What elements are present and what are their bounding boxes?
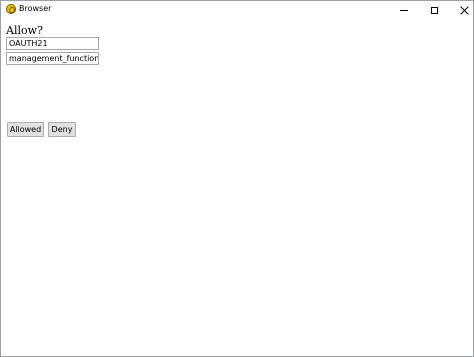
close-icon — [460, 6, 469, 15]
maximize-icon — [430, 6, 438, 14]
maximize-button[interactable] — [419, 1, 449, 19]
client-id-field[interactable]: OAUTH21 — [6, 37, 99, 50]
browser-app-icon — [6, 4, 16, 14]
window-title: Browser — [19, 4, 52, 13]
browser-window: Browser Allow? OAUTH21 management_functi… — [0, 0, 474, 357]
deny-button[interactable]: Deny — [48, 122, 76, 137]
minimize-button[interactable] — [389, 1, 419, 19]
allow-button[interactable]: Allowed — [7, 122, 44, 137]
close-button[interactable] — [449, 1, 474, 19]
minimize-icon — [400, 9, 408, 11]
title-bar[interactable]: Browser — [1, 1, 473, 19]
allow-prompt: Allow? — [6, 24, 43, 37]
scope-field[interactable]: management_functions — [6, 52, 99, 65]
